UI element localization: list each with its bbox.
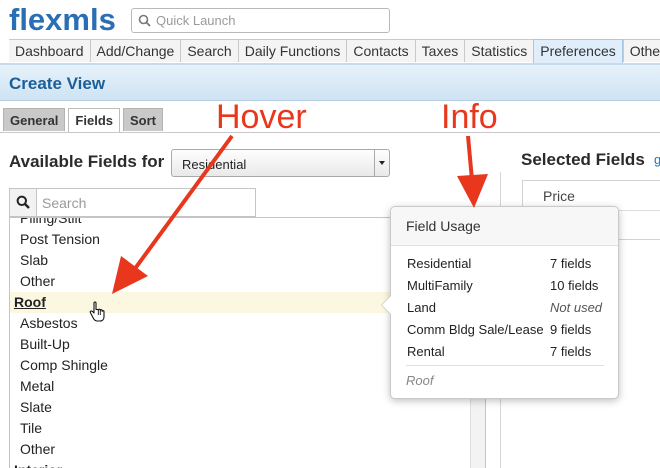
annotation-arrows	[112, 134, 488, 294]
hover-arrow-icon	[112, 134, 234, 294]
info-arrow-icon	[457, 135, 488, 208]
